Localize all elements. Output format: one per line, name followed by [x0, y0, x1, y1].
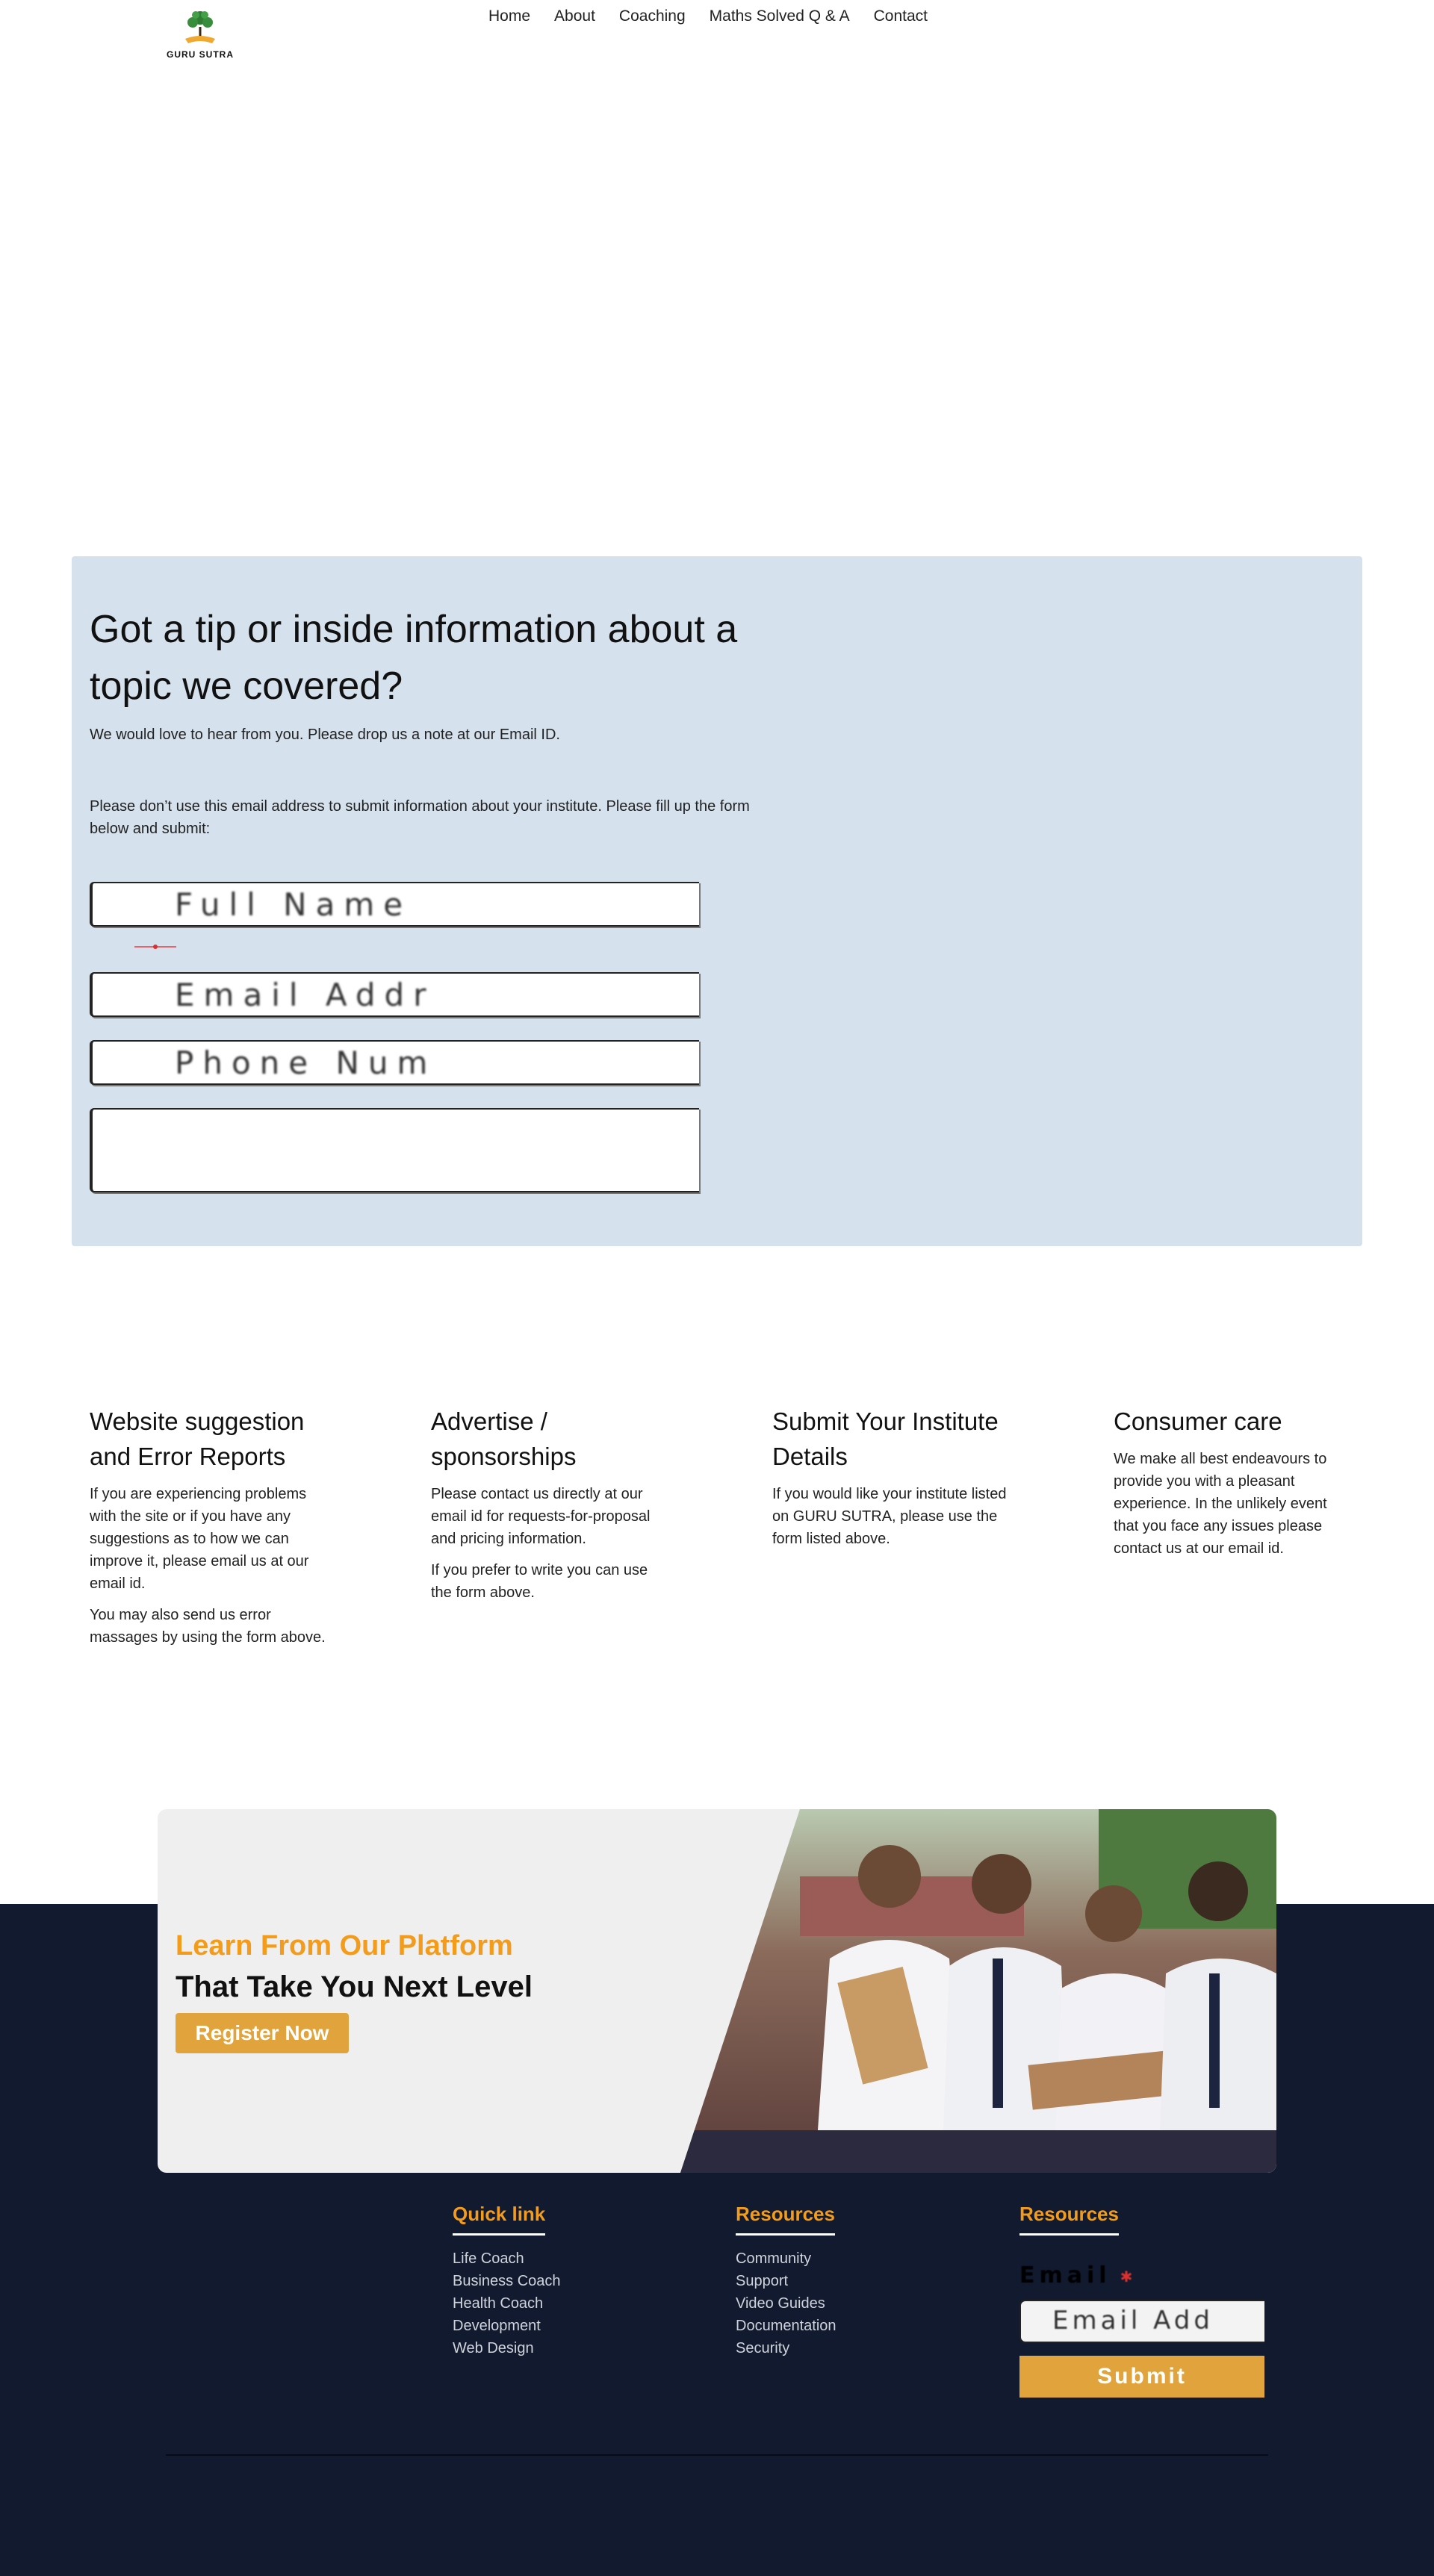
info-title: Website suggestion and Error Reports — [90, 1407, 305, 1470]
required-asterisk-icon: ✱ — [1120, 2267, 1137, 2286]
footer-divider — [166, 2454, 1268, 2456]
nav-home[interactable]: Home — [488, 7, 530, 25]
info-paragraph: Please contact us directly at our email … — [431, 1486, 651, 1547]
contact-intro: We would love to hear from you. Please d… — [90, 727, 560, 743]
message-field[interactable] — [90, 1108, 699, 1192]
nav-about[interactable]: About — [554, 7, 595, 25]
footer-newsletter: Resources — [1019, 2203, 1119, 2247]
newsletter-email-label-text: Email — [1019, 2262, 1111, 2289]
newsletter-email-label: Email ✱ — [1019, 2262, 1137, 2289]
nav-coaching[interactable]: Coaching — [619, 7, 686, 25]
promo-headline-orange: Learn From Our Platform — [176, 1930, 513, 1961]
info-paragraph: You may also send us error massages by u… — [90, 1607, 326, 1646]
info-column-submit-institute: Submit Your Institute Details If you wou… — [772, 1404, 1011, 1559]
contact-note: Please don’t use this email address to s… — [90, 798, 750, 837]
full-name-placeholder: Full Name — [175, 886, 412, 923]
site-logo[interactable]: GURU SUTRA — [163, 6, 238, 63]
brand-name: GURU SUTRA — [167, 49, 234, 60]
info-paragraph: We make all best endeavours to provide y… — [1114, 1451, 1327, 1557]
email-placeholder: Email Addr — [175, 977, 435, 1013]
footer-link-security[interactable]: Security — [736, 2337, 836, 2359]
newsletter-email-input[interactable]: Email Add — [1019, 2300, 1264, 2343]
nav-contact[interactable]: Contact — [874, 7, 928, 25]
contact-card: Got a tip or inside information about a … — [72, 556, 1362, 1246]
footer-link-community[interactable]: Community — [736, 2247, 836, 2270]
phone-placeholder: Phone Num — [175, 1045, 437, 1081]
students-photo — [680, 1809, 1276, 2173]
promo-banner: Learn From Our Platform That Take You Ne… — [158, 1809, 1276, 2173]
info-paragraph: If you prefer to write you can use the f… — [431, 1562, 648, 1601]
footer-resources-title: Resources — [736, 2203, 835, 2236]
required-asterisk-icon — [134, 945, 176, 949]
info-title: Consumer care — [1114, 1407, 1282, 1435]
footer-link-life-coach[interactable]: Life Coach — [453, 2247, 561, 2270]
footer-link-development[interactable]: Development — [453, 2315, 561, 2337]
promo-headline: That Take You Next Level — [176, 1970, 533, 2003]
info-title: Submit Your Institute Details — [772, 1407, 999, 1470]
site-header: GURU SUTRA Home About Coaching Maths Sol… — [0, 0, 1434, 67]
footer-newsletter-title: Resources — [1019, 2203, 1119, 2236]
info-column-consumer-care: Consumer care We make all best endeavour… — [1114, 1404, 1353, 1569]
info-title: Advertise / sponsorships — [431, 1407, 577, 1470]
info-column-website-suggestion: Website suggestion and Error Reports If … — [90, 1404, 329, 1658]
register-now-button[interactable]: Register Now — [176, 2013, 349, 2053]
contact-title: Got a tip or inside information about a … — [90, 608, 738, 708]
footer-link-support[interactable]: Support — [736, 2270, 836, 2292]
main-nav: Home About Coaching Maths Solved Q & A C… — [488, 7, 928, 25]
nav-maths-qa[interactable]: Maths Solved Q & A — [710, 7, 850, 25]
footer-link-health-coach[interactable]: Health Coach — [453, 2292, 561, 2315]
footer-link-video-guides[interactable]: Video Guides — [736, 2292, 836, 2315]
newsletter-email-placeholder: Email Add — [1052, 2306, 1214, 2336]
info-paragraph: If you would like your institute listed … — [772, 1486, 1007, 1547]
footer-link-web-design[interactable]: Web Design — [453, 2337, 561, 2359]
footer-link-business-coach[interactable]: Business Coach — [453, 2270, 561, 2292]
phone-field[interactable]: Phone Num — [90, 1040, 699, 1085]
footer-quick-links-title: Quick link — [453, 2203, 546, 2236]
info-paragraph: If you are experiencing problems with th… — [90, 1486, 309, 1592]
footer-resources: Resources Community Support Video Guides… — [736, 2203, 836, 2359]
full-name-field[interactable]: Full Name — [90, 882, 699, 927]
info-column-advertise: Advertise / sponsorships Please contact … — [431, 1404, 670, 1613]
email-field[interactable]: Email Addr — [90, 972, 699, 1017]
newsletter-submit-button[interactable]: Submit — [1019, 2356, 1264, 2398]
footer-link-documentation[interactable]: Documentation — [736, 2315, 836, 2337]
tree-logo-icon — [185, 11, 215, 43]
footer-quick-links: Quick link Life Coach Business Coach Hea… — [453, 2203, 561, 2359]
